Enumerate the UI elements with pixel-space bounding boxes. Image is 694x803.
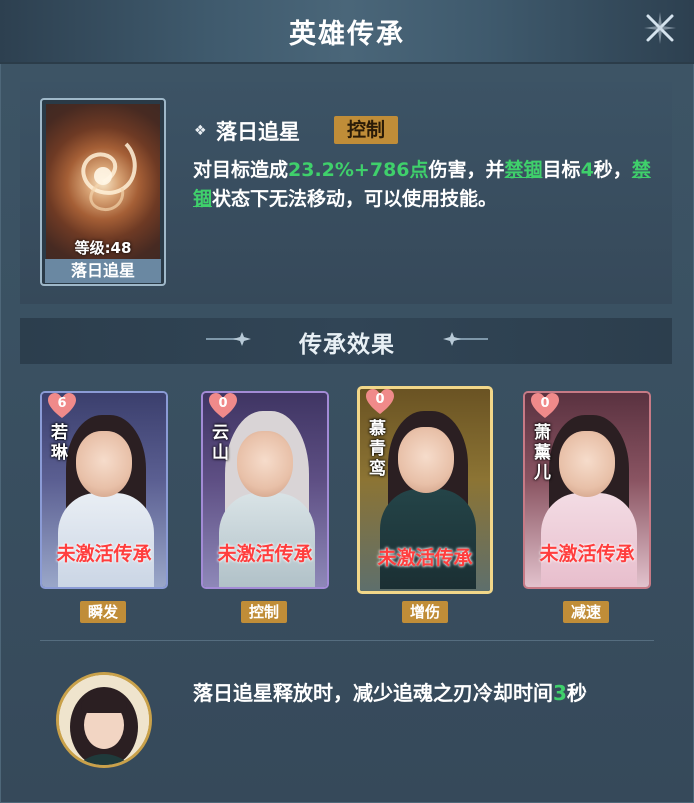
- hero-name: 云山: [212, 423, 229, 463]
- skill-name: 落日追星: [216, 120, 300, 144]
- hero-name: 萧薰儿: [534, 423, 551, 483]
- inherit-status: 未激活传承: [56, 543, 152, 565]
- hero-type-tag: 瞬发: [80, 601, 126, 623]
- divider: [40, 640, 654, 641]
- keyword-link[interactable]: 禁锢: [505, 159, 543, 181]
- hero-name: 慕青鸾: [369, 419, 386, 479]
- skill-description: 对目标造成23.2%+786点伤害，并禁锢目标4秒，禁锢状态下无法移动，可以使用…: [193, 159, 651, 210]
- hero-card-ruolin[interactable]: 6 若琳 未激活传承: [40, 391, 168, 589]
- skill-level: 等级:48: [74, 239, 132, 257]
- avatar-portrait: [59, 675, 149, 765]
- inherit-status: 未激活传承: [377, 547, 473, 569]
- close-icon[interactable]: [642, 10, 678, 46]
- inherit-status: 未激活传承: [217, 543, 313, 565]
- page-title: 英雄传承: [289, 19, 405, 50]
- hero-type-tag: 减速: [563, 601, 609, 623]
- diamond-bullet-icon: ❖: [194, 123, 207, 139]
- ornament-right-icon: [443, 332, 488, 346]
- skill-card-name: 落日追星: [45, 259, 161, 283]
- hero-face: [398, 427, 454, 493]
- heart-count: 0: [218, 396, 228, 411]
- hero-name: 若琳: [51, 423, 68, 463]
- hero-card-muqingluan[interactable]: 0 慕青鸾 未激活传承: [357, 386, 493, 594]
- inherit-title: 传承效果: [299, 332, 395, 358]
- hero-face: [76, 431, 132, 497]
- inherit-status: 未激活传承: [539, 543, 635, 565]
- hero-face: [237, 431, 293, 497]
- hero-type-tag: 增伤: [402, 601, 448, 623]
- hero-avatar: [56, 672, 152, 768]
- hero-type-tag: 控制: [241, 601, 287, 623]
- heart-count: 0: [540, 396, 550, 411]
- heart-count: 6: [57, 396, 67, 411]
- skill-type-tag: 控制: [334, 116, 398, 144]
- hero-card-yunshan[interactable]: 0 云山 未激活传承: [201, 391, 329, 589]
- skill-card[interactable]: 等级:48 落日追星: [40, 98, 166, 286]
- inherit-effect-text: 落日追星释放时，减少追魂之刃冷却时间3秒: [193, 681, 587, 705]
- heart-count: 0: [375, 392, 385, 407]
- hero-clothing: [380, 489, 476, 589]
- hero-card-xiaoxuner[interactable]: 0 萧薰儿 未激活传承: [523, 391, 651, 589]
- hero-face: [559, 431, 615, 497]
